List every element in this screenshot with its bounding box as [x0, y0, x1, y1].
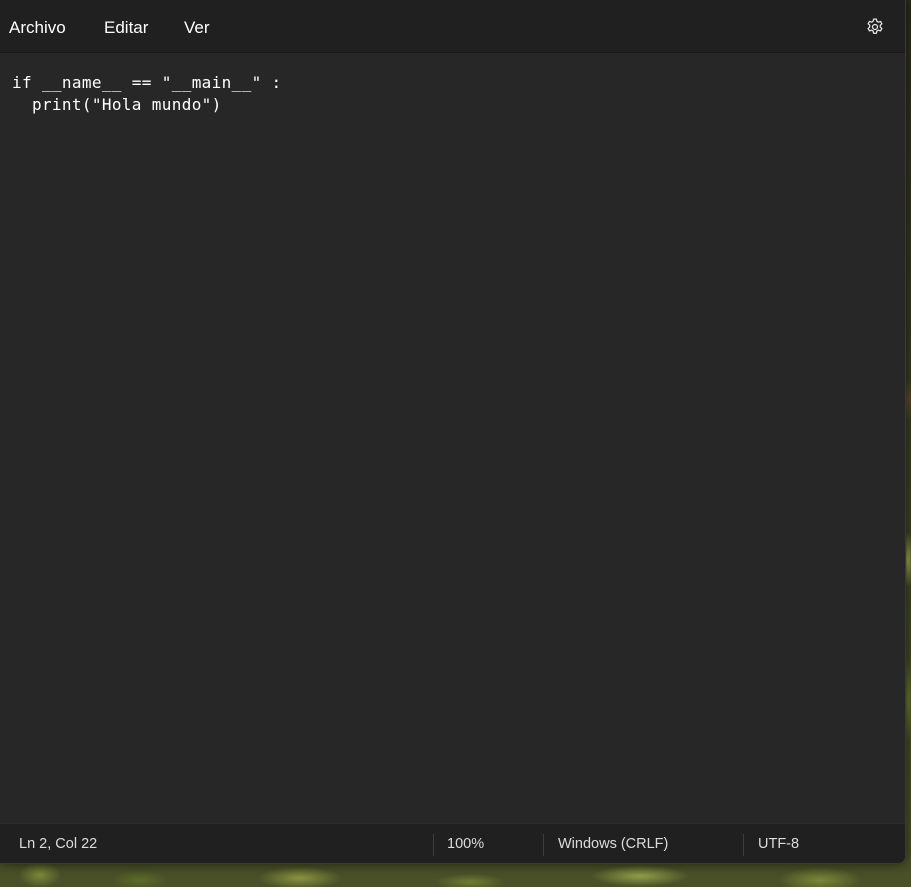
- status-divider: [433, 834, 434, 856]
- status-bar: Ln 2, Col 22 100% Windows (CRLF) UTF-8: [0, 823, 905, 863]
- status-divider: [743, 834, 744, 856]
- menu-file[interactable]: Archivo: [9, 16, 66, 40]
- menu-view[interactable]: Ver: [184, 16, 210, 40]
- encoding[interactable]: UTF-8: [758, 836, 799, 852]
- line-ending[interactable]: Windows (CRLF): [558, 836, 668, 852]
- status-divider: [543, 834, 544, 856]
- editor-line[interactable]: print("Hola mundo"): [12, 95, 222, 114]
- zoom-level[interactable]: 100%: [447, 836, 484, 852]
- cursor-position: Ln 2, Col 22: [19, 836, 98, 852]
- menu-bar: Archivo Editar Ver: [0, 0, 905, 53]
- settings-button[interactable]: [862, 14, 888, 40]
- menu-edit[interactable]: Editar: [104, 16, 148, 40]
- notepad-window: Archivo Editar Ver if __name__ == "__mai…: [0, 0, 906, 864]
- editor-line[interactable]: if __name__ == "__main__" :: [12, 73, 282, 92]
- gear-icon: [867, 18, 883, 34]
- text-editor-area[interactable]: if __name__ == "__main__" : print("Hola …: [0, 53, 905, 823]
